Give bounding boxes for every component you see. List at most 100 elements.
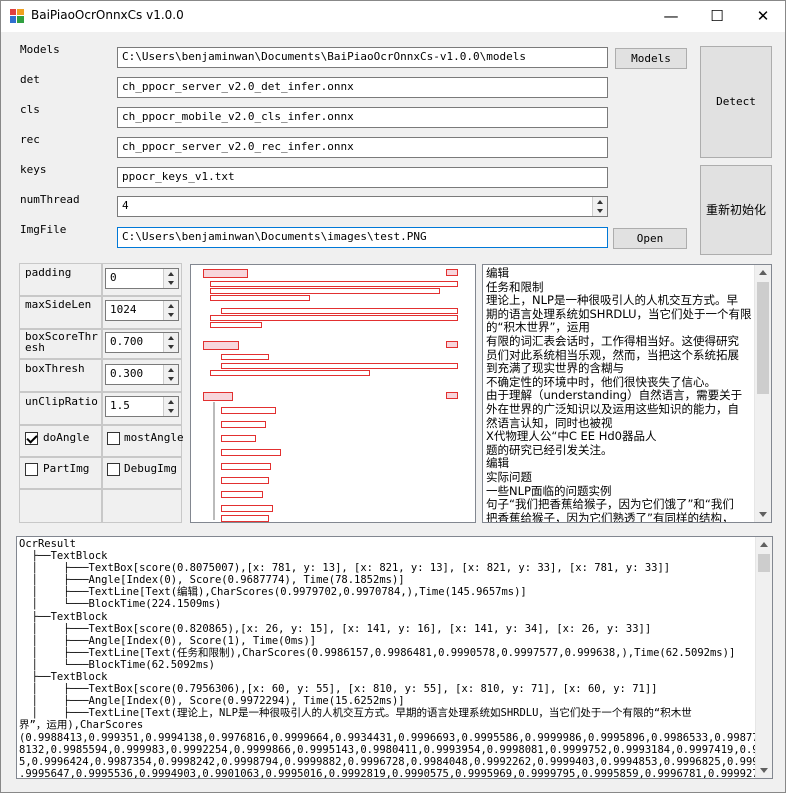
ocr-result-text[interactable]: OcrResult ├──TextBlock │ ├───TextBox[sco…: [19, 538, 759, 778]
spin-up-icon[interactable]: [168, 368, 174, 372]
divider: [213, 402, 215, 520]
detection-box: [446, 392, 458, 399]
reinit-button[interactable]: 重新初始化: [700, 165, 772, 255]
numthread-value: 4: [122, 199, 129, 212]
app-icon: [10, 9, 24, 23]
result-line: │ ├───Angle[Index(0), Score(0.9687774), …: [19, 574, 405, 587]
padding-spinner[interactable]: 0: [105, 268, 179, 289]
result-line: │ └───BlockTime(62.5092ms): [19, 658, 215, 671]
open-button[interactable]: Open: [613, 228, 687, 249]
text-scrollbar[interactable]: [754, 265, 771, 522]
doangle-checkbox[interactable]: [25, 432, 38, 445]
text-line: 的“积木世界”，运用: [486, 321, 590, 335]
mostangle-cell: mostAngle: [102, 425, 184, 457]
numthread-label: numThread: [20, 193, 80, 206]
spin-up-icon[interactable]: [168, 336, 174, 340]
result-scrollbar[interactable]: [755, 537, 772, 778]
result-line: │ ├───TextBox[score(0.7956306),[x: 60, y…: [19, 683, 658, 696]
maxsidelen-cell: maxSideLen: [19, 296, 102, 329]
doangle-label[interactable]: doAngle: [43, 431, 89, 444]
scroll-thumb[interactable]: [758, 554, 770, 572]
maxsidelen-spinner[interactable]: 1024: [105, 300, 179, 321]
result-line: ├──TextBlock: [19, 671, 108, 684]
spin-down-icon[interactable]: [168, 345, 174, 349]
scroll-up-icon[interactable]: [760, 542, 768, 547]
unclipratio-spinner[interactable]: 1.5: [105, 396, 179, 417]
debugimg-label[interactable]: DebugImg: [124, 462, 177, 475]
detection-box: [221, 407, 276, 414]
cls-model-input[interactable]: ch_ppocr_mobile_v2.0_cls_infer.onnx: [117, 107, 608, 128]
text-line: 编辑: [486, 457, 509, 471]
spin-up-icon[interactable]: [168, 304, 174, 308]
detection-box: [221, 449, 281, 456]
imgfile-path-input[interactable]: C:\Users\benjaminwan\Documents\images\te…: [117, 227, 608, 248]
recognized-text[interactable]: 编辑 任务和限制 理论上，NLP是一种很吸引人的人机交互方式。早 期的语言处理系统如S…: [486, 267, 766, 523]
result-line: 5,0.9996424,0.9987354,0.9998242,0.999879…: [19, 755, 759, 768]
partimg-cell: PartImg: [19, 457, 102, 489]
scroll-up-icon[interactable]: [759, 270, 767, 275]
scroll-thumb[interactable]: [757, 282, 769, 394]
numthread-spinner[interactable]: 4: [117, 196, 608, 217]
boxscorethresh-spinner[interactable]: 0.700: [105, 332, 179, 353]
spin-down-icon[interactable]: [597, 209, 603, 213]
partimg-checkbox[interactable]: [25, 463, 38, 476]
spin-up-icon[interactable]: [168, 400, 174, 404]
image-preview[interactable]: [190, 264, 476, 523]
spin-up-icon[interactable]: [597, 200, 603, 204]
text-line: 有限的词汇表会话时，工作得相当好。这使得研究: [486, 334, 739, 348]
detect-button[interactable]: Detect: [700, 46, 772, 158]
detection-box: [221, 435, 256, 442]
text-line: 把香蕉给猴子，因为它们熟透了”有同样的结构，: [486, 511, 734, 523]
mostangle-label[interactable]: mostAngle: [124, 431, 184, 444]
text-line: 题的研究已经引发关注。: [486, 443, 613, 457]
detection-box: [221, 505, 273, 512]
title-bar[interactable]: BaiPiaoOcrOnnxCs v1.0.0 — ☐ ✕: [1, 1, 785, 32]
scroll-down-icon[interactable]: [760, 768, 768, 773]
text-line: 句子“我们把香蕉给猴子，因为它们饿了”和“我们: [486, 498, 734, 512]
rec-model-input[interactable]: ch_ppocr_server_v2.0_rec_infer.onnx: [117, 137, 608, 158]
rec-label: rec: [20, 133, 40, 146]
result-line: 界”，运用),CharScores: [19, 719, 144, 732]
spin-up-icon[interactable]: [168, 272, 174, 276]
result-line: │ ├───TextLine[Text(编辑),CharScores(0.997…: [19, 586, 527, 599]
scroll-down-icon[interactable]: [759, 512, 767, 517]
unclipratio-cell: unClipRatio: [19, 392, 102, 425]
spin-down-icon[interactable]: [168, 313, 174, 317]
detection-box: [203, 392, 233, 401]
padding-value: 0: [110, 271, 117, 284]
maxsidelen-input-cell: 1024: [102, 296, 182, 329]
maximize-button[interactable]: ☐: [694, 1, 740, 32]
close-button[interactable]: ✕: [740, 1, 786, 32]
minimize-button[interactable]: —: [648, 1, 694, 32]
boxscorethresh-label: boxScoreThresh: [25, 330, 98, 354]
detection-box: [221, 308, 458, 314]
keys-file-input[interactable]: ppocr_keys_v1.txt: [117, 167, 608, 188]
models-path-input[interactable]: C:\Users\benjaminwan\Documents\BaiPiaoOc…: [117, 47, 608, 68]
recognized-text-box[interactable]: 编辑 任务和限制 理论上，NLP是一种很吸引人的人机交互方式。早 期的语言处理系统如S…: [482, 264, 772, 523]
mostangle-checkbox[interactable]: [107, 432, 120, 445]
empty-cell: [102, 489, 182, 523]
detection-box: [203, 269, 248, 278]
detection-box: [210, 322, 262, 328]
result-line: OcrResult: [19, 538, 76, 550]
boxthresh-spinner[interactable]: 0.300: [105, 364, 179, 385]
partimg-label[interactable]: PartImg: [43, 462, 89, 475]
models-button[interactable]: Models: [615, 48, 687, 69]
detection-box: [210, 295, 310, 301]
spin-down-icon[interactable]: [168, 377, 174, 381]
detection-box: [221, 477, 269, 484]
det-model-input[interactable]: ch_ppocr_server_v2.0_det_infer.onnx: [117, 77, 608, 98]
result-line: ├──TextBlock: [19, 610, 108, 623]
boxthresh-label: boxThresh: [25, 362, 85, 375]
debugimg-cell: DebugImg: [102, 457, 182, 489]
ocr-result-box[interactable]: OcrResult ├──TextBlock │ ├───TextBox[sco…: [16, 536, 773, 779]
result-line: ├──TextBlock: [19, 550, 108, 563]
detection-box: [210, 281, 458, 287]
debugimg-checkbox[interactable]: [107, 463, 120, 476]
spinner-arrows[interactable]: [592, 197, 607, 216]
spin-down-icon[interactable]: [168, 409, 174, 413]
empty-cell: [19, 489, 102, 523]
text-line: 员们对此系统相当乐观，然而，当把这个系统拓展: [486, 348, 739, 362]
spin-down-icon[interactable]: [168, 281, 174, 285]
detection-box: [221, 354, 269, 360]
